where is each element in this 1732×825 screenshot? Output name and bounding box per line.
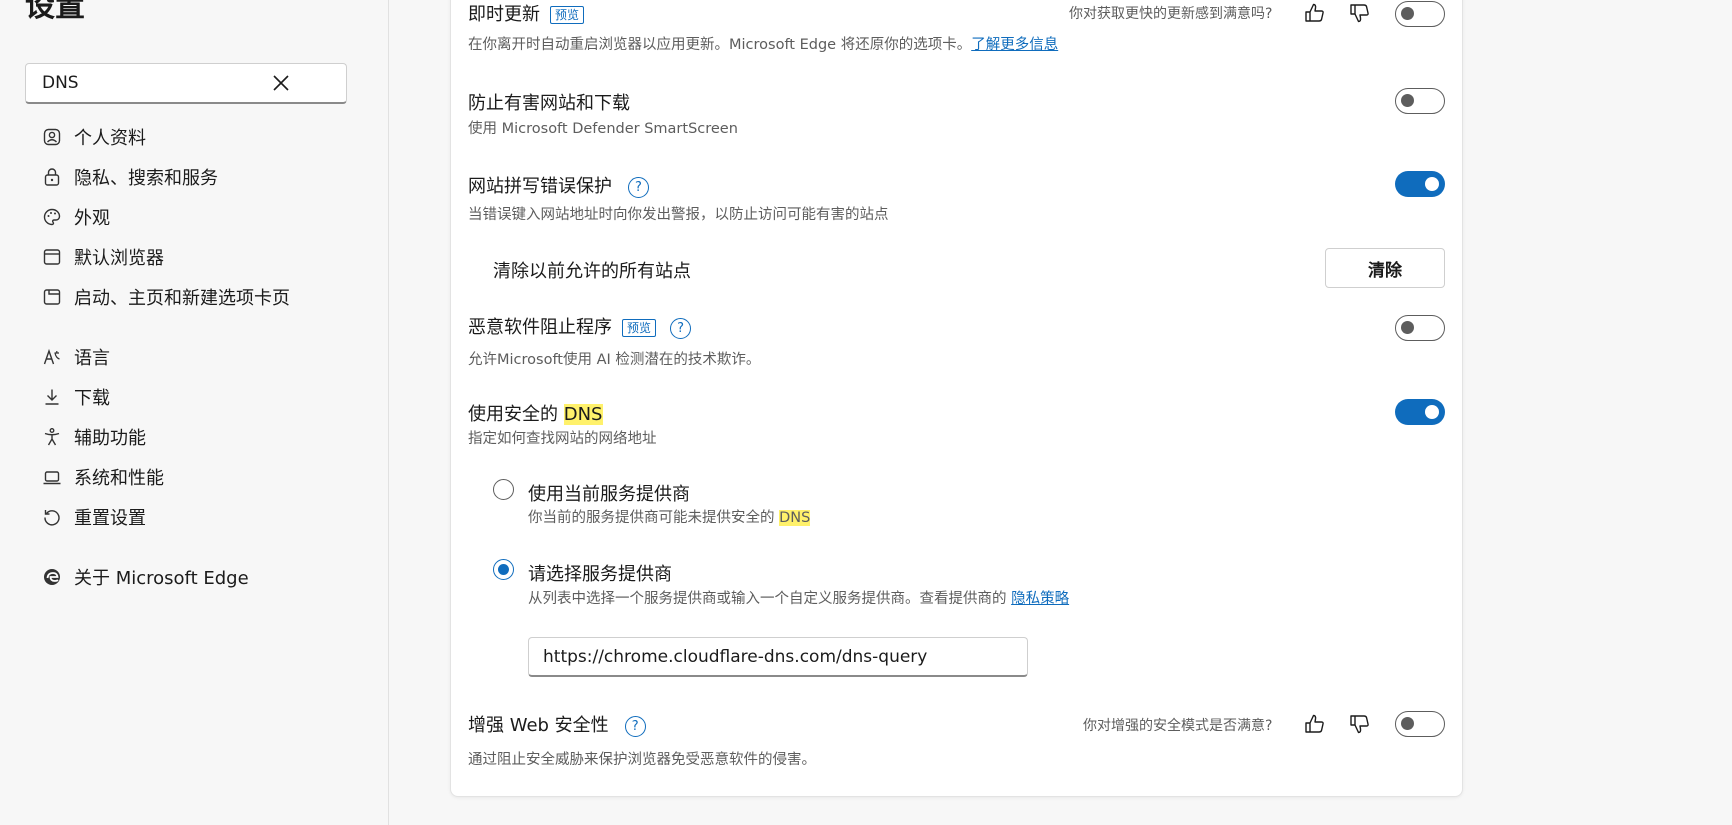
sidebar-item-system[interactable]: 系统和性能	[40, 462, 360, 492]
download-icon	[40, 385, 64, 409]
help-icon[interactable]: ?	[628, 176, 649, 198]
secure-dns-label: 使用安全的	[468, 404, 564, 425]
typo-protection-desc: 当错误键入网站地址时向你发出警报，以防止访问可能有害的站点	[468, 207, 889, 223]
sidebar-item-label: 个人资料	[74, 128, 146, 149]
close-icon[interactable]	[271, 73, 291, 93]
smartscreen-desc: 使用 Microsoft Defender SmartScreen	[468, 121, 738, 137]
sidebar-item-label: 启动、主页和新建选项卡页	[74, 288, 290, 309]
thumbs-down-icon[interactable]	[1347, 0, 1373, 26]
smartscreen-title: 防止有害网站和下载	[468, 93, 630, 114]
edge-logo-icon	[40, 565, 64, 589]
sidebar-item-languages[interactable]: 语言	[40, 342, 360, 372]
thumbs-up-icon[interactable]	[1302, 711, 1328, 737]
preview-badge: 预览	[622, 319, 657, 337]
choose-provider-title: 请选择服务提供商	[528, 564, 672, 585]
current-provider-desc-text: 你当前的服务提供商可能未提供安全的	[528, 510, 780, 526]
radio-current-provider[interactable]	[493, 479, 514, 500]
thumbs-down-icon[interactable]	[1347, 711, 1373, 737]
accessibility-icon	[40, 425, 64, 449]
sidebar-item-label: 关于 Microsoft Edge	[74, 568, 249, 589]
instant-update-desc: 在你离开时自动重启浏览器以应用更新。Microsoft Edge 将还原你的选项…	[468, 33, 1058, 54]
choose-provider-desc: 从列表中选择一个服务提供商或输入一个自定义服务提供商。查看提供商的 隐私策略	[528, 587, 1069, 608]
enhanced-security-desc: 通过阻止安全威胁来保护浏览器免受恶意软件的侵害。	[468, 752, 816, 768]
typo-protection-label: 网站拼写错误保护	[468, 176, 612, 197]
radio-choose-provider[interactable]	[493, 559, 514, 580]
choose-provider-desc-text: 从列表中选择一个服务提供商或输入一个自定义服务提供商。查看提供商的	[528, 591, 1012, 607]
profile-icon	[40, 125, 64, 149]
enhanced-security-title: 增强 Web 安全性?	[468, 711, 646, 737]
thumbs-up-icon[interactable]	[1302, 0, 1328, 26]
browser-icon	[40, 245, 64, 269]
sidebar-item-label: 外观	[74, 208, 110, 229]
sidebar-item-label: 语言	[74, 348, 110, 369]
sidebar-item-label: 隐私、搜索和服务	[74, 168, 218, 189]
typo-protection-toggle[interactable]	[1395, 171, 1445, 197]
sidebar-item-label: 系统和性能	[74, 468, 164, 489]
sidebar-item-appearance[interactable]: 外观	[40, 202, 360, 232]
instant-update-feedback-question: 你对获取更快的更新感到满意吗?	[1069, 6, 1273, 22]
sidebar: 设置 个人资料 隐私、搜索和服务 外观	[0, 0, 389, 825]
clear-button[interactable]: 清除	[1325, 248, 1445, 288]
sidebar-item-about[interactable]: 关于 Microsoft Edge	[40, 562, 360, 592]
search-highlight: DNS	[563, 404, 603, 425]
page-title: 设置	[25, 0, 85, 24]
laptop-icon	[40, 465, 64, 489]
language-icon	[40, 345, 64, 369]
current-provider-desc: 你当前的服务提供商可能未提供安全的 DNS	[528, 506, 811, 527]
help-icon[interactable]: ?	[624, 715, 646, 737]
secure-dns-title: 使用安全的 DNS	[468, 400, 603, 426]
enhanced-security-label: 增强 Web 安全性	[468, 715, 609, 736]
search-box[interactable]	[25, 63, 347, 104]
search-highlight: DNS	[779, 510, 811, 526]
sidebar-item-reset[interactable]: 重置设置	[40, 502, 360, 532]
settings-card: 即时更新 预览 你对获取更快的更新感到满意吗? 在你离开时自动重启浏览器以应用更新…	[450, 0, 1463, 797]
clear-allowed-sites-label: 清除以前允许的所有站点	[493, 261, 691, 282]
secure-dns-desc: 指定如何查找网站的网络地址	[468, 431, 657, 447]
typo-protection-title: 网站拼写错误保护?	[468, 172, 649, 198]
malware-blocker-desc: 允许Microsoft使用 AI 检测潜在的技术欺诈。	[468, 352, 761, 368]
help-icon[interactable]: ?	[670, 317, 692, 339]
sidebar-item-label: 辅助功能	[74, 428, 146, 449]
sidebar-item-label: 下载	[74, 388, 110, 409]
instant-update-desc-text: 在你离开时自动重启浏览器以应用更新。Microsoft Edge 将还原你的选项…	[468, 37, 972, 53]
instant-update-title: 即时更新 预览	[468, 0, 585, 26]
smartscreen-toggle[interactable]	[1395, 88, 1445, 114]
home-tab-icon	[40, 285, 64, 309]
instant-update-toggle[interactable]	[1395, 1, 1445, 27]
preview-badge: 预览	[550, 6, 585, 24]
current-provider-title: 使用当前服务提供商	[528, 484, 690, 505]
learn-more-link[interactable]: 了解更多信息	[971, 37, 1058, 53]
dns-provider-url-input[interactable]	[528, 637, 1028, 677]
sidebar-item-privacy[interactable]: 隐私、搜索和服务	[40, 162, 360, 192]
sidebar-item-default-browser[interactable]: 默认浏览器	[40, 242, 360, 272]
sidebar-item-accessibility[interactable]: 辅助功能	[40, 422, 360, 452]
malware-blocker-title: 恶意软件阻止程序 预览?	[468, 313, 692, 339]
instant-update-label: 即时更新	[468, 4, 540, 25]
malware-blocker-toggle[interactable]	[1395, 315, 1445, 341]
sidebar-item-downloads[interactable]: 下载	[40, 382, 360, 412]
secure-dns-toggle[interactable]	[1395, 399, 1445, 425]
lock-icon	[40, 165, 64, 189]
sidebar-item-label: 默认浏览器	[74, 248, 164, 269]
search-input[interactable]	[42, 73, 282, 93]
sidebar-item-startup[interactable]: 启动、主页和新建选项卡页	[40, 282, 360, 312]
sidebar-item-profile[interactable]: 个人资料	[40, 122, 360, 152]
reset-icon	[40, 505, 64, 529]
malware-blocker-label: 恶意软件阻止程序	[468, 317, 612, 338]
privacy-policy-link[interactable]: 隐私策略	[1011, 591, 1069, 607]
palette-icon	[40, 205, 64, 229]
enhanced-security-feedback-question: 你对增强的安全模式是否满意?	[1083, 718, 1273, 734]
enhanced-security-toggle[interactable]	[1395, 711, 1445, 737]
sidebar-item-label: 重置设置	[74, 508, 146, 529]
